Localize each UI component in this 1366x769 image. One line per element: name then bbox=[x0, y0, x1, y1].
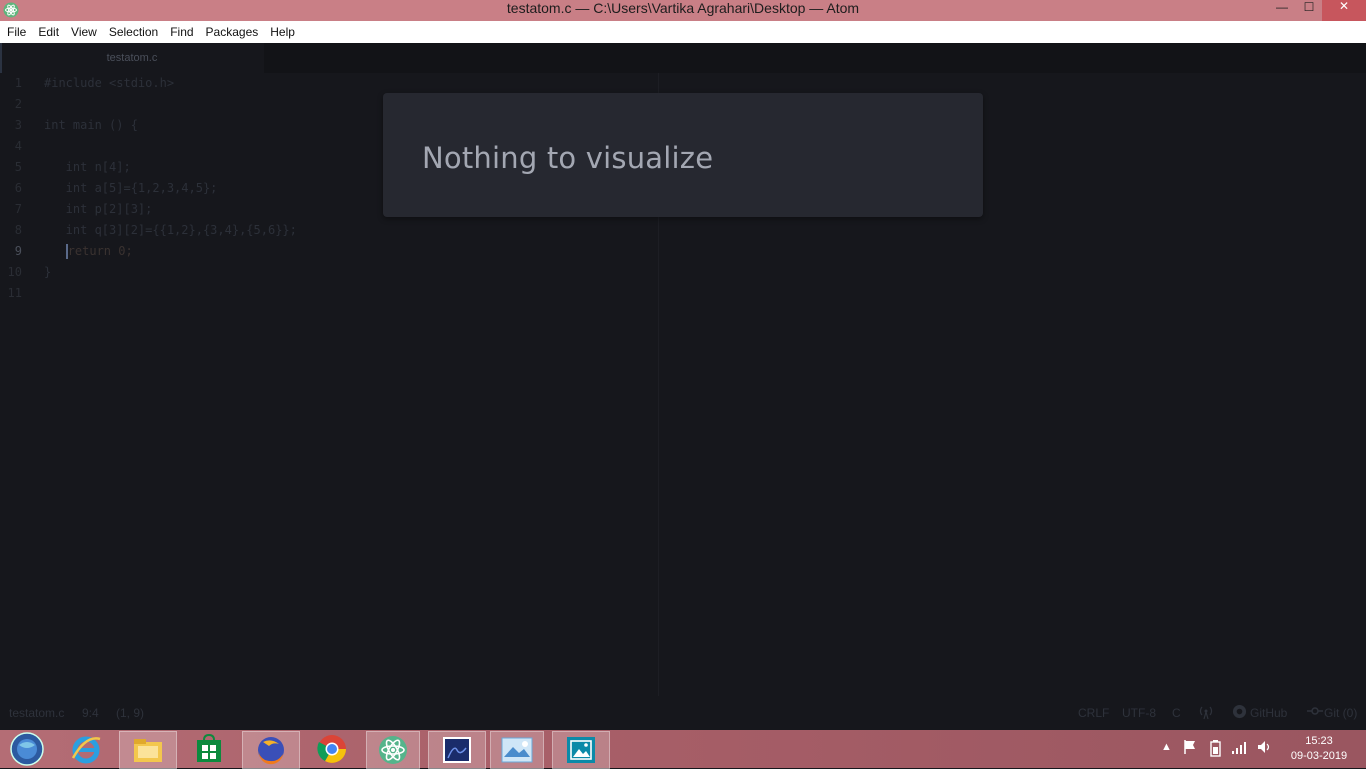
status-file-name[interactable]: testatom.c bbox=[9, 706, 64, 720]
status-cursor-position[interactable]: 9:4 bbox=[82, 706, 99, 720]
code-line[interactable]: #include <stdio.h> bbox=[44, 73, 297, 94]
clock-date: 09-03-2019 bbox=[1290, 750, 1348, 762]
start-button[interactable] bbox=[4, 731, 50, 767]
image-viewer-icon[interactable] bbox=[490, 731, 544, 769]
code-line[interactable]: int n[4]; bbox=[44, 157, 297, 178]
tab-bar: testatom.c bbox=[0, 43, 1366, 73]
file-explorer-icon[interactable] bbox=[119, 731, 177, 769]
line-number: 7 bbox=[14, 202, 22, 216]
notification-message: Nothing to visualize bbox=[422, 141, 714, 175]
tab-label: testatom.c bbox=[106, 52, 158, 64]
line-number: 8 bbox=[14, 223, 22, 237]
github-icon bbox=[1232, 704, 1247, 722]
line-number: 1 bbox=[14, 76, 22, 90]
line-number: 3 bbox=[14, 118, 22, 132]
chrome-icon[interactable] bbox=[304, 731, 360, 767]
internet-explorer-icon[interactable] bbox=[58, 731, 114, 767]
menu-find[interactable]: Find bbox=[164, 21, 199, 43]
minimize-button[interactable]: — bbox=[1268, 0, 1296, 21]
firefox-icon[interactable] bbox=[242, 731, 300, 769]
menu-packages[interactable]: Packages bbox=[200, 21, 265, 43]
text-cursor bbox=[65, 244, 68, 259]
code-line[interactable] bbox=[44, 283, 297, 304]
line-number: 10 bbox=[7, 265, 22, 279]
status-git[interactable]: Git (0) bbox=[1324, 706, 1357, 720]
code-line[interactable]: } bbox=[44, 262, 297, 283]
code-line[interactable]: int a[5]={1,2,3,4,5}; bbox=[44, 178, 297, 199]
menu-bar: File Edit View Selection Find Packages H… bbox=[0, 21, 1366, 43]
menu-edit[interactable]: Edit bbox=[32, 21, 65, 43]
line-number: 4 bbox=[14, 139, 22, 153]
clock[interactable]: 15:23 09-03-2019 bbox=[1288, 734, 1350, 764]
status-bar: testatom.c 9:4 (1, 9) CRLF UTF-8 C GitHu… bbox=[0, 696, 1366, 730]
menu-view[interactable]: View bbox=[65, 21, 103, 43]
menu-help[interactable]: Help bbox=[264, 21, 301, 43]
signal-icon[interactable] bbox=[1231, 739, 1249, 758]
atom-taskbar-icon[interactable] bbox=[366, 731, 420, 769]
windows-taskbar: ▲ 15:23 09-03-2019 bbox=[0, 730, 1366, 769]
photos-icon[interactable] bbox=[552, 731, 610, 769]
photos-app-icon[interactable] bbox=[428, 731, 486, 769]
status-selection-count[interactable]: (1, 9) bbox=[116, 706, 144, 720]
chevron-up-icon[interactable]: ▲ bbox=[1161, 741, 1172, 753]
broadcast-icon[interactable] bbox=[1198, 704, 1214, 723]
menu-selection[interactable]: Selection bbox=[103, 21, 164, 43]
git-commit-icon bbox=[1307, 704, 1323, 721]
active-tab-indicator bbox=[0, 43, 2, 73]
volume-icon[interactable] bbox=[1257, 739, 1273, 758]
status-github[interactable]: GitHub bbox=[1250, 706, 1287, 720]
menu-file[interactable]: File bbox=[0, 21, 32, 43]
code-line[interactable]: int q[3][2]={{1,2},{3,4},{5,6}}; bbox=[44, 220, 297, 241]
action-center-flag-icon[interactable] bbox=[1183, 739, 1197, 758]
store-icon[interactable] bbox=[181, 731, 237, 767]
battery-icon[interactable] bbox=[1208, 739, 1224, 760]
window-title: testatom.c — C:\Users\Vartika Agrahari\D… bbox=[506, 0, 860, 16]
code-line-active[interactable]: return 0; bbox=[44, 241, 297, 262]
notification-panel[interactable]: Nothing to visualize bbox=[383, 93, 983, 217]
line-number: 5 bbox=[14, 160, 22, 174]
code-line[interactable] bbox=[44, 136, 297, 157]
close-button[interactable]: ✕ bbox=[1322, 0, 1366, 21]
line-number: 2 bbox=[14, 97, 22, 111]
line-number-active: 9 bbox=[14, 244, 22, 258]
clock-time: 15:23 bbox=[1305, 735, 1333, 747]
code-line[interactable]: int main () { bbox=[44, 115, 297, 136]
maximize-button[interactable]: ☐ bbox=[1296, 0, 1322, 21]
title-bar: testatom.c — C:\Users\Vartika Agrahari\D… bbox=[0, 0, 1366, 21]
status-line-ending[interactable]: CRLF bbox=[1078, 706, 1109, 720]
line-number: 6 bbox=[14, 181, 22, 195]
code-area[interactable]: #include <stdio.h> int main () { int n[4… bbox=[44, 73, 297, 304]
line-number: 11 bbox=[7, 286, 22, 300]
status-encoding[interactable]: UTF-8 bbox=[1122, 706, 1156, 720]
tab-testatom[interactable]: testatom.c bbox=[0, 43, 264, 73]
code-line[interactable] bbox=[44, 94, 297, 115]
code-line[interactable]: int p[2][3]; bbox=[44, 199, 297, 220]
status-grammar[interactable]: C bbox=[1172, 706, 1181, 720]
line-number-gutter[interactable]: 1 2 3 4 5 6 7 8 9 10 11 bbox=[0, 73, 30, 304]
